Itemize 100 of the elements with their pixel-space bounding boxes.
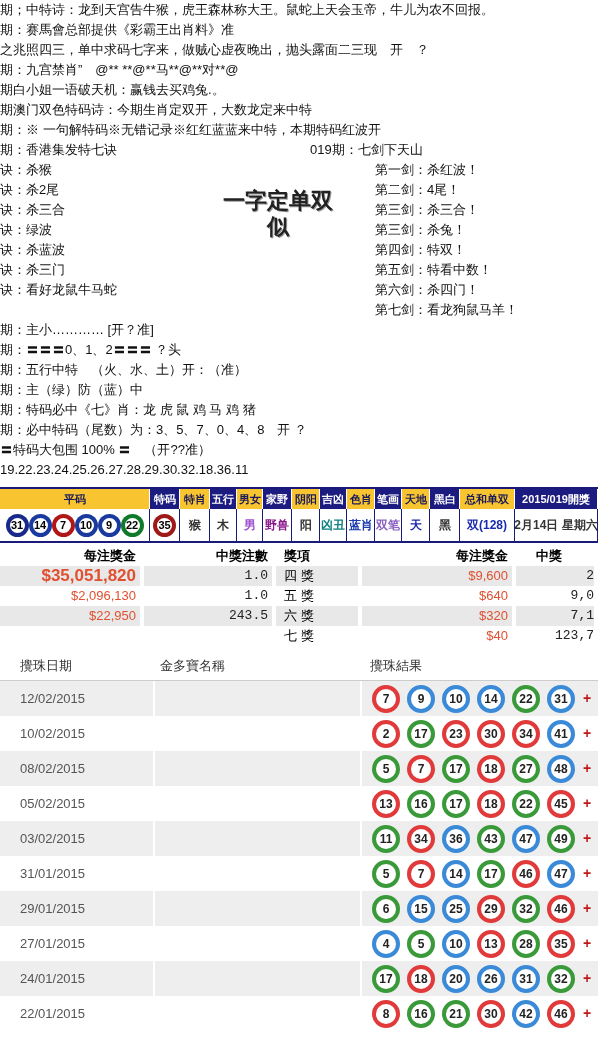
column-header: 攪珠結果: [369, 656, 422, 675]
text-line: 期：特码必中《七》肖：龙 虎 鼠 鸡 马 鸡 猪: [0, 401, 257, 419]
text-line: 19.22.23.24.25.26.27.28.29.30.32.18.36.11: [0, 461, 250, 479]
table-cell: $35,051,820: [0, 566, 140, 586]
table-cell: $320: [362, 606, 512, 626]
table-cell: 男: [237, 509, 263, 541]
text-line: 第七剑：看龙狗鼠马羊！: [375, 301, 518, 319]
table-cell: 29/01/2015: [0, 891, 153, 926]
column-header: 中獎: [535, 547, 563, 565]
plus-sign: +: [582, 864, 592, 883]
text-line: 诀：杀2尾: [0, 181, 61, 199]
text-line: 第三剑：杀三合！: [375, 201, 480, 219]
table-cell: 天: [402, 509, 430, 541]
table-cell-text: 123,7: [554, 627, 594, 645]
table-cell: 蓝肖: [347, 509, 375, 541]
text-line: 期：主小………… [开？准]: [0, 321, 155, 339]
text-line: 期：主（绿）防（蓝）中: [0, 381, 144, 399]
text-line: 第六剑：杀四门！: [375, 281, 480, 299]
text-line: 诀：看好龙鼠牛马蛇: [0, 281, 118, 299]
table-cell: 2: [516, 566, 594, 586]
text-line: 期：〓〓〓0、1、2〓〓〓 ？头: [0, 341, 183, 359]
text-line: 第二剑：4尾！: [375, 181, 462, 199]
text-line: 第一剑：杀红波！: [375, 161, 480, 179]
plus-sign: +: [582, 794, 592, 813]
table-cell-text: 1.0: [243, 587, 269, 605]
table-header: 特码: [150, 489, 180, 509]
plus-sign: +: [582, 1004, 592, 1023]
text-line: 期：赛馬會总部提供《彩霸王出肖料》准: [0, 21, 235, 39]
table-cell: 六 獎: [276, 606, 358, 626]
column-header: 攪珠日期: [19, 656, 73, 675]
text-line: 诀：杀猴: [0, 161, 53, 179]
text-line: 期：九宫禁肖” @** **@**马**@**对**@: [0, 61, 240, 79]
table-cell: 08/02/2015: [0, 751, 153, 786]
text-line: 期澳门双色特码诗：今期生肖定双开，大数龙定来中特: [0, 101, 313, 119]
table-header: 家野: [263, 489, 292, 509]
table-cell-text: $640: [478, 587, 509, 605]
table-cell: 木: [210, 509, 237, 541]
text-line: 诀：绿波: [0, 221, 53, 239]
table-header: 2015/019開獎: [515, 489, 598, 509]
text-line: 第四剑：特双！: [375, 241, 467, 259]
table-header: 总和单双: [460, 489, 515, 509]
table-cell: 243.5: [144, 606, 272, 626]
plus-sign: +: [582, 899, 592, 918]
plus-sign: +: [582, 759, 592, 778]
table-header: 吉凶: [320, 489, 347, 509]
text-line: 诀：杀三合: [0, 201, 66, 219]
column-header: 獎項: [283, 547, 311, 565]
headline-text: 一字定单双似: [221, 188, 334, 240]
table-header: 特肖: [180, 489, 210, 509]
table-cell: 24/01/2015: [0, 961, 153, 996]
table-cell-text: $2,096,130: [69, 587, 137, 605]
table-cell: 四 獎: [276, 566, 358, 586]
table-cell: 凶丑: [320, 509, 347, 541]
table-cell-text: $40: [485, 627, 509, 645]
text-line: 之兆照四三，单中求码七字来，做贼心虚夜晚出，抛头露面二三现 开 ？: [0, 41, 430, 59]
text-line: 第三剑：杀兔！: [375, 221, 467, 239]
table-cell-text: 9,0: [569, 587, 594, 605]
table-cell: $9,600: [362, 566, 512, 586]
text-line: 期：必中特码（尾数）为：3、5、7、0、4、8 开 ？: [0, 421, 308, 439]
text-line: 019期：七剑下天山: [310, 141, 423, 159]
table-cell: $22,950: [0, 606, 140, 626]
table-cell-text: 七 獎: [283, 627, 315, 645]
text-line: 期：五行中特 （火、水、土）开：（准）: [0, 361, 248, 379]
table-header: 阴阳: [292, 489, 320, 509]
plus-sign: +: [582, 934, 592, 953]
table-header: 五行: [210, 489, 237, 509]
text-line: 期：※ 一句解特码※无错记录※红红蓝蓝来中特，本期特码红波开: [0, 121, 382, 139]
table-header: 男女: [237, 489, 263, 509]
text-line: 诀：杀三门: [0, 261, 66, 279]
text-line: 期；中特诗：龙到天宫告牛猴，虎王森林称大王。鼠蛇上天会玉帝，牛儿为农不回报。: [0, 1, 495, 19]
table-cell: 黑: [430, 509, 460, 541]
text-line: 期：香港集发特七诀: [0, 141, 118, 159]
table-cell: 野兽: [263, 509, 292, 541]
table-header: 笔画: [375, 489, 402, 509]
table-header: 黑白: [430, 489, 460, 509]
table-cell: 12/02/2015: [0, 681, 153, 716]
column-header: 金多寶名稱: [159, 656, 226, 675]
table-header: 天地: [402, 489, 430, 509]
table-cell: 1.0: [144, 566, 272, 586]
table-cell: 双笔: [375, 509, 402, 541]
text-line: 第五剑：特看中数！: [375, 261, 493, 279]
table-cell-text: 五 獎: [283, 587, 315, 605]
plus-sign: +: [582, 689, 592, 708]
table-cell: 2月14日 星期六: [515, 509, 598, 541]
text-line: 期白小姐一语破天机：赢钱去买鸡兔.。: [0, 81, 226, 99]
table-cell: 03/02/2015: [0, 821, 153, 856]
table-cell: 双(128): [460, 509, 515, 541]
column-header: 中獎注數: [215, 547, 269, 565]
plus-sign: +: [582, 969, 592, 988]
table-header: 色肖: [347, 489, 375, 509]
table-cell: 7,1: [516, 606, 594, 626]
plus-sign: +: [582, 829, 592, 848]
table-cell: 阳: [292, 509, 320, 541]
column-header: 每注獎金: [83, 547, 137, 565]
table-header: 平码: [0, 489, 150, 509]
column-header: 每注獎金: [455, 547, 509, 565]
text-line: 〓特码大包围 100% 〓 （开??准）: [0, 441, 212, 459]
plus-sign: +: [582, 724, 592, 743]
text-line: 诀：杀蓝波: [0, 241, 66, 259]
table-cell: 猴: [180, 509, 210, 541]
